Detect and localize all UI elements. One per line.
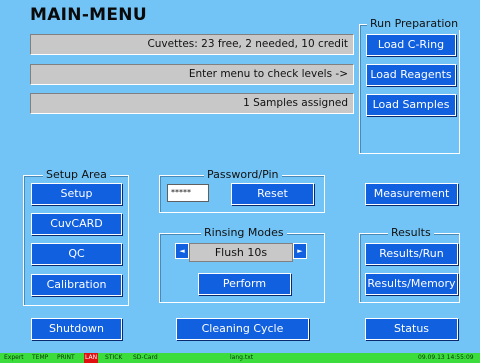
status-lan: LAN — [84, 353, 99, 363]
perform-button[interactable]: Perform — [198, 273, 291, 295]
load-reagents-button[interactable]: Load Reagents — [366, 64, 456, 86]
status-expert: Expert — [4, 354, 24, 361]
status-temp: TEMP — [32, 354, 49, 361]
setup-button[interactable]: Setup — [31, 183, 122, 205]
qc-button[interactable]: QC — [31, 243, 122, 265]
status-print: PRINT — [57, 354, 75, 361]
rinsing-mode-display: Flush 10s — [189, 243, 293, 262]
samples-status: 1 Samples assigned — [30, 93, 354, 114]
cuvettes-status: Cuvettes: 23 free, 2 needed, 10 credit — [30, 34, 354, 55]
levels-status: Enter menu to check levels -> — [30, 64, 354, 85]
setup-area-label: Setup Area — [43, 169, 110, 181]
results-label: Results — [388, 227, 434, 239]
calibration-button[interactable]: Calibration — [31, 274, 122, 296]
status-stick: STICK — [105, 354, 123, 361]
load-samples-button[interactable]: Load Samples — [366, 94, 456, 116]
status-bar: Expert TEMP PRINT LAN STICK SD-Card lang… — [0, 353, 480, 363]
measurement-button[interactable]: Measurement — [365, 183, 458, 205]
results-memory-button[interactable]: Results/Memory — [365, 273, 458, 295]
results-run-button[interactable]: Results/Run — [365, 243, 458, 265]
run-preparation-label: Run Preparation — [367, 18, 462, 30]
status-sdcard: SD-Card — [133, 354, 158, 361]
rinsing-modes-label: Rinsing Modes — [201, 227, 287, 239]
cleaning-cycle-button[interactable]: Cleaning Cycle — [176, 318, 309, 340]
reset-button[interactable]: Reset — [231, 183, 314, 205]
load-c-ring-button[interactable]: Load C-Ring — [366, 34, 456, 56]
mode-right-arrow-icon[interactable]: ► — [293, 243, 307, 259]
status-button[interactable]: Status — [365, 318, 458, 340]
mode-left-arrow-icon[interactable]: ◄ — [175, 243, 189, 259]
cuvcard-button[interactable]: CuvCARD — [31, 213, 122, 235]
status-file: lang.txt — [230, 354, 254, 361]
shutdown-button[interactable]: Shutdown — [31, 318, 122, 340]
password-field[interactable]: ***** — [167, 184, 209, 202]
password-label: Password/Pin — [204, 169, 282, 181]
page-title: MAIN-MENU — [30, 5, 147, 25]
status-datetime: 09.09.13 14:55:09 — [418, 354, 474, 361]
